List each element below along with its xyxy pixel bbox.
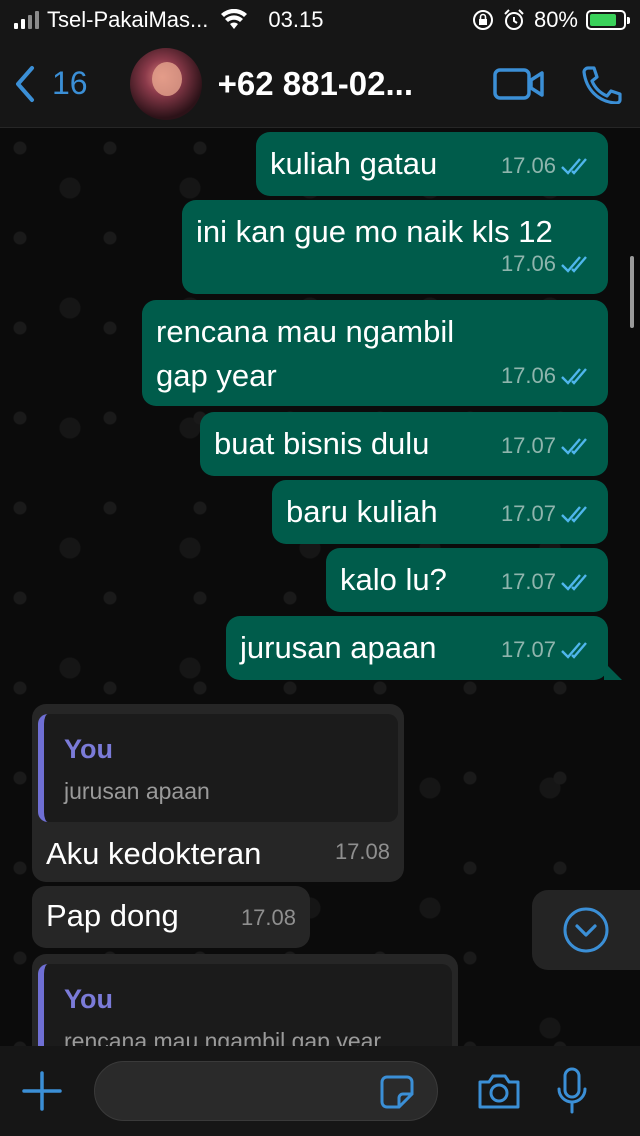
message-time: 17.07 — [500, 569, 556, 594]
microphone-icon[interactable] — [556, 1067, 588, 1115]
chat-header: 16 +62 881-02... — [0, 40, 640, 128]
message-time: 17.07 — [500, 433, 556, 458]
quote-author: You — [64, 734, 113, 764]
quote-author: You — [64, 984, 113, 1014]
quoted-message[interactable]: You rencana mau ngambil gap year — [38, 964, 452, 1046]
whatsapp-chat-screen: Tsel-PakaiMas... 03.15 80% 16 +62 881-02… — [0, 0, 640, 1136]
battery-percent: 80% — [533, 7, 578, 32]
message-time: 17.06 — [500, 153, 556, 178]
double-check-icon — [561, 642, 587, 659]
message-time: 17.07 — [500, 637, 556, 662]
camera-icon[interactable] — [476, 1072, 522, 1110]
battery-icon — [586, 10, 630, 30]
bubble-tail — [604, 662, 622, 680]
message-bubble-incoming[interactable]: You jurusan apaan Aku kedokteran 17.08 — [32, 704, 404, 882]
contact-name[interactable]: +62 881-02... — [218, 65, 464, 103]
signal-icon — [14, 11, 39, 29]
compose-bar — [0, 1046, 640, 1136]
scroll-to-bottom-button[interactable] — [532, 890, 640, 970]
message-time: 17.08 — [334, 839, 390, 864]
chevron-down-icon — [563, 907, 609, 953]
contact-avatar[interactable] — [129, 47, 202, 120]
message-bubble-incoming[interactable]: Pap dong 17.08 — [32, 886, 310, 948]
alarm-icon — [504, 9, 524, 30]
message-input[interactable] — [94, 1061, 438, 1121]
scrollbar[interactable] — [630, 256, 634, 328]
message-bubble-outgoing[interactable]: jurusan apaan 17.07 — [226, 616, 622, 680]
message-time: 17.06 — [500, 363, 556, 388]
quoted-message[interactable]: You jurusan apaan — [38, 714, 398, 822]
message-bubble-outgoing[interactable]: ini kan gue mo naik kls 12 17.06 — [182, 200, 608, 294]
double-check-icon — [561, 438, 587, 455]
rotation-lock-icon — [472, 10, 493, 30]
double-check-icon — [561, 506, 587, 523]
message-time: 17.07 — [500, 501, 556, 526]
status-bar: Tsel-PakaiMas... 03.15 80% — [0, 0, 640, 40]
message-bubble-outgoing[interactable]: baru kuliah 17.07 — [272, 480, 608, 544]
quote-text: jurusan apaan — [64, 778, 210, 804]
message-text: rencana mau ngambil gap year — [156, 314, 455, 393]
message-bubble-outgoing[interactable]: buat bisnis dulu 17.07 — [200, 412, 608, 476]
video-call-icon[interactable] — [492, 64, 546, 104]
message-time: 17.08 — [240, 905, 296, 930]
clock: 03.15 — [268, 7, 324, 32]
wifi-icon — [221, 9, 248, 29]
double-check-icon — [561, 256, 587, 273]
carrier-name: Tsel-PakaiMas... — [47, 7, 209, 32]
sticker-icon[interactable] — [379, 1074, 415, 1110]
double-check-icon — [561, 574, 587, 591]
unread-count: 16 — [52, 65, 88, 101]
voice-call-icon[interactable] — [574, 64, 628, 104]
double-check-icon — [561, 158, 587, 175]
chevron-left-icon — [16, 65, 34, 102]
quote-text: rencana mau ngambil gap year — [64, 1028, 382, 1046]
message-bubble-outgoing[interactable]: kuliah gatau 17.06 — [256, 132, 608, 196]
double-check-icon — [561, 368, 587, 385]
message-bubble-incoming[interactable]: You rencana mau ngambil gap year — [32, 954, 458, 1046]
message-bubble-outgoing[interactable]: kalo lu? 17.07 — [326, 548, 608, 612]
back-button[interactable]: 16 — [12, 64, 88, 104]
message-bubble-outgoing[interactable]: rencana mau ngambil gap year 17.06 — [142, 300, 608, 406]
battery-level-fill — [590, 14, 616, 26]
plus-icon[interactable] — [20, 1069, 64, 1113]
message-time: 17.06 — [500, 251, 556, 276]
